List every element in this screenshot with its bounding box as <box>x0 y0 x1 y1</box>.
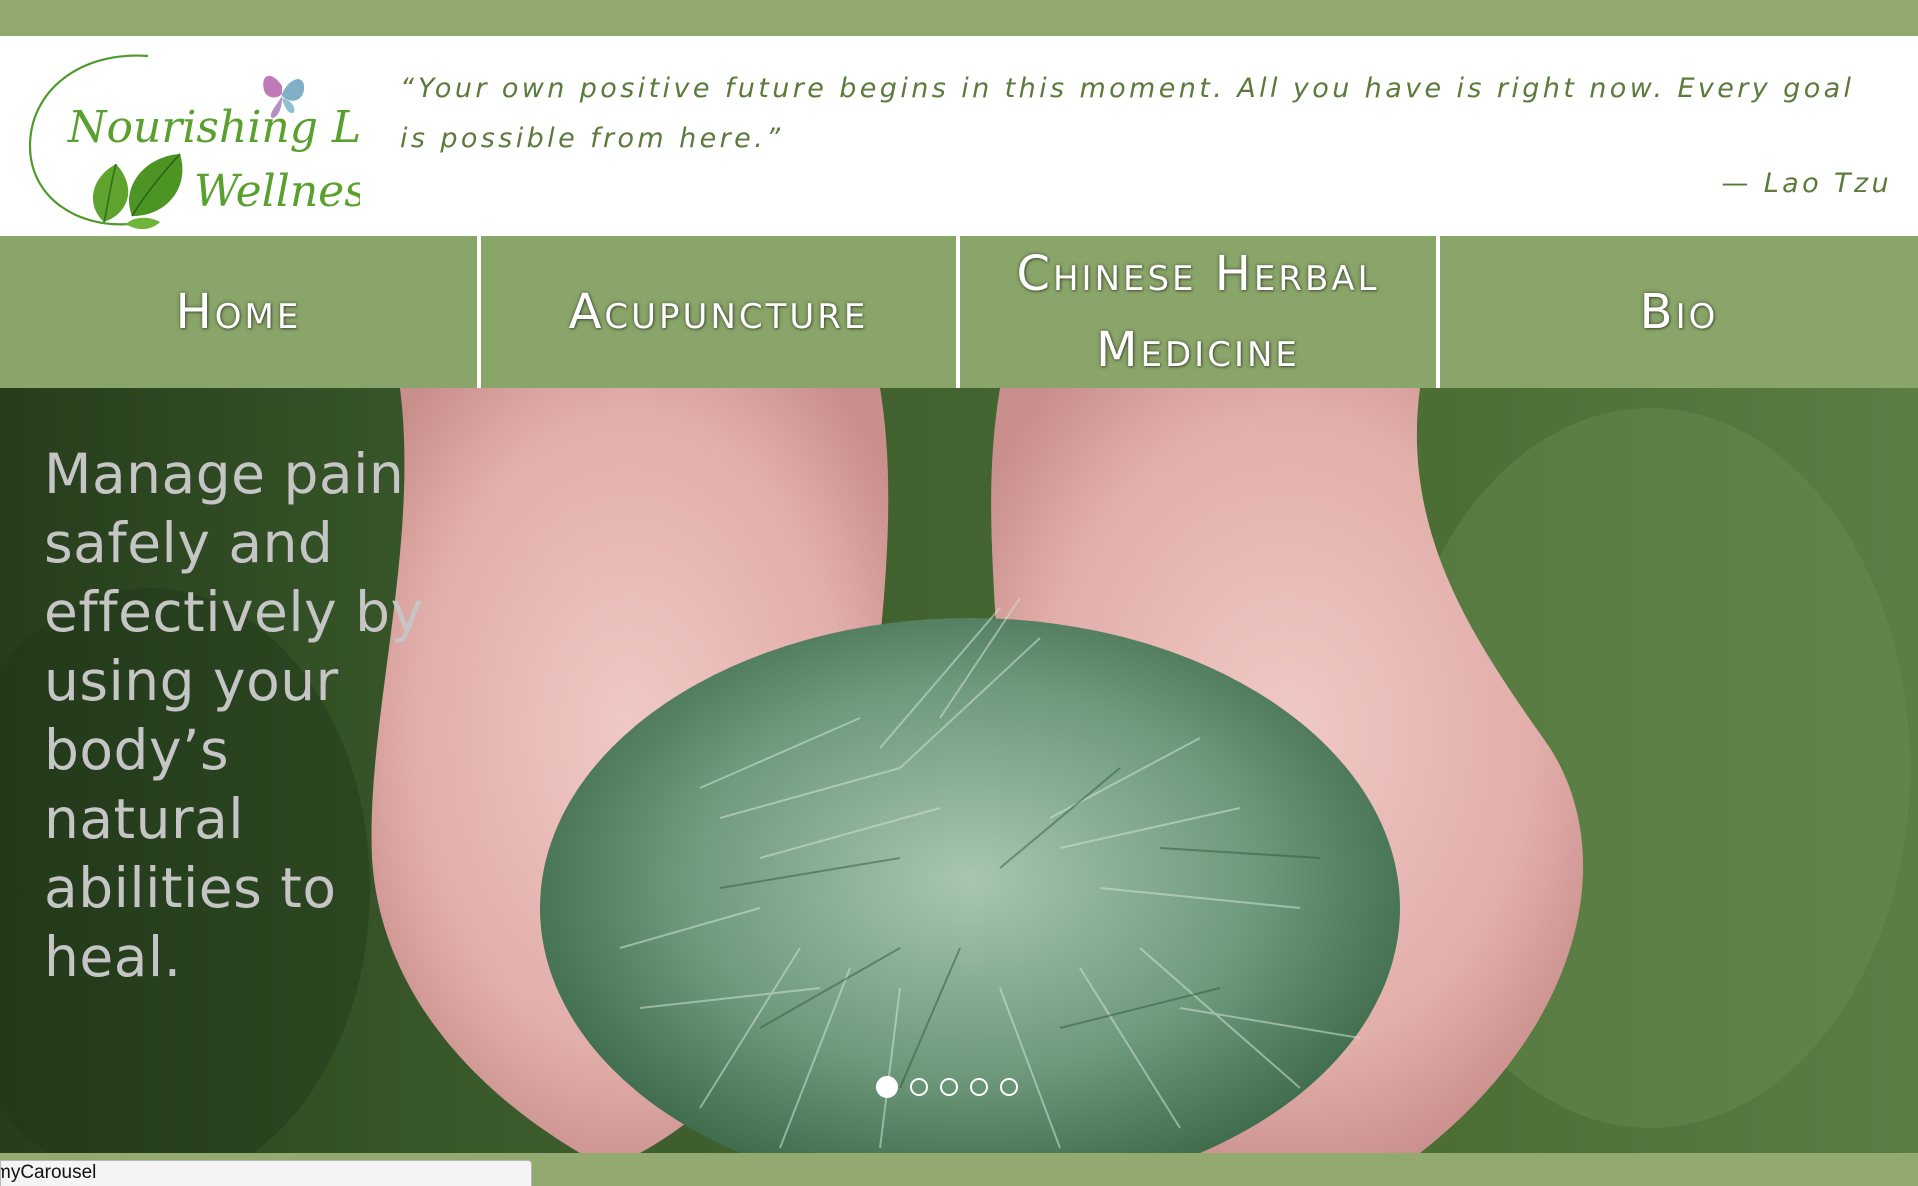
nav-bio-label: Bio <box>1639 284 1719 340</box>
carousel-indicator-1[interactable] <box>876 1076 898 1098</box>
nav-acupuncture[interactable]: Acupuncture <box>481 236 956 388</box>
carousel-indicator-3[interactable] <box>940 1078 958 1096</box>
nav-herbal-label-line1: Chinese Herbal <box>1016 246 1380 302</box>
logo-wordmark-line1: Nourishing Life <box>67 102 360 153</box>
nav-acupuncture-label: Acupuncture <box>568 284 869 340</box>
carousel-indicators <box>876 1076 1018 1100</box>
page: Nourishing Life Wellness “Your own posit… <box>0 0 1918 1186</box>
top-accent-bar <box>0 0 1918 36</box>
nav-bio[interactable]: Bio <box>1440 236 1918 388</box>
nav-herbal-label-line2: Medicine <box>1096 322 1300 378</box>
carousel-indicator-4[interactable] <box>970 1078 988 1096</box>
status-url-text: myCarousel <box>0 1162 97 1183</box>
quote-author: — Lao Tzu <box>1721 168 1892 199</box>
nav-home[interactable]: Home <box>0 236 477 388</box>
browser-status-url: myCarousel <box>0 1160 532 1186</box>
hero-caption: Manage pain safely and effectively by us… <box>44 442 424 989</box>
header-quote: “Your own positive future begins in this… <box>400 73 1855 154</box>
main-nav: Home Acupuncture Chinese Herbal Medicine… <box>0 236 1918 388</box>
hero-carousel[interactable]: Manage pain safely and effectively by us… <box>0 388 1918 1153</box>
carousel-indicator-5[interactable] <box>1000 1078 1018 1096</box>
carousel-indicator-2[interactable] <box>910 1078 928 1096</box>
site-header: Nourishing Life Wellness “Your own posit… <box>0 36 1918 236</box>
nav-chinese-herbal-medicine[interactable]: Chinese Herbal Medicine <box>960 236 1436 388</box>
nav-home-label: Home <box>175 284 302 340</box>
leaf-icon <box>92 153 183 230</box>
logo-wordmark-line2: Wellness <box>194 166 360 217</box>
logo-graphic: Nourishing Life Wellness <box>28 54 418 230</box>
site-logo[interactable]: Nourishing Life Wellness <box>20 46 418 231</box>
